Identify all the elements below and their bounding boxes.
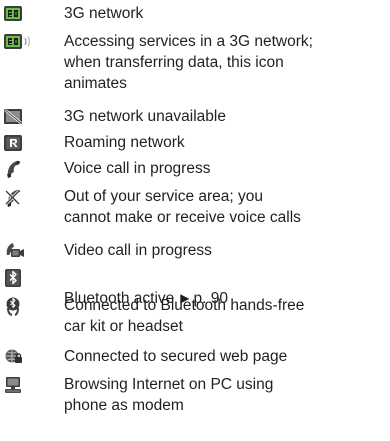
pc-modem-icon	[3, 374, 37, 396]
list-item-text: Voice call in progress	[64, 160, 211, 177]
list-item-text: Roaming network	[64, 134, 185, 151]
3g-unavailable-icon	[3, 106, 37, 128]
list-item-text: Browsing Internet on PC using phone as m…	[64, 376, 274, 414]
3g-network-icon	[3, 3, 37, 25]
list-item-text: Out of your service area; you cannot mak…	[64, 188, 301, 226]
secured-web-icon	[3, 346, 37, 368]
list-item-text: Connected to Bluetooth hands-free car ki…	[64, 297, 305, 335]
no-service-icon	[3, 186, 37, 208]
list-item-text: 3G network unavailable	[64, 108, 226, 125]
list-item-text: Video call in progress	[64, 242, 212, 259]
video-call-icon	[3, 240, 37, 262]
3g-network-accessing-icon	[3, 31, 37, 53]
roaming-icon	[3, 132, 37, 154]
bluetooth-headset-icon	[3, 295, 37, 317]
status-icon-list: 3G network Accessing services in a 3G ne…	[0, 0, 390, 441]
bluetooth-icon	[3, 267, 37, 289]
list-item-text: Connected to secured web page	[64, 348, 288, 365]
voice-call-icon	[3, 158, 37, 180]
list-item-text: 3G network	[64, 5, 144, 22]
list-item-text: Accessing services in a 3G network; when…	[64, 33, 313, 92]
